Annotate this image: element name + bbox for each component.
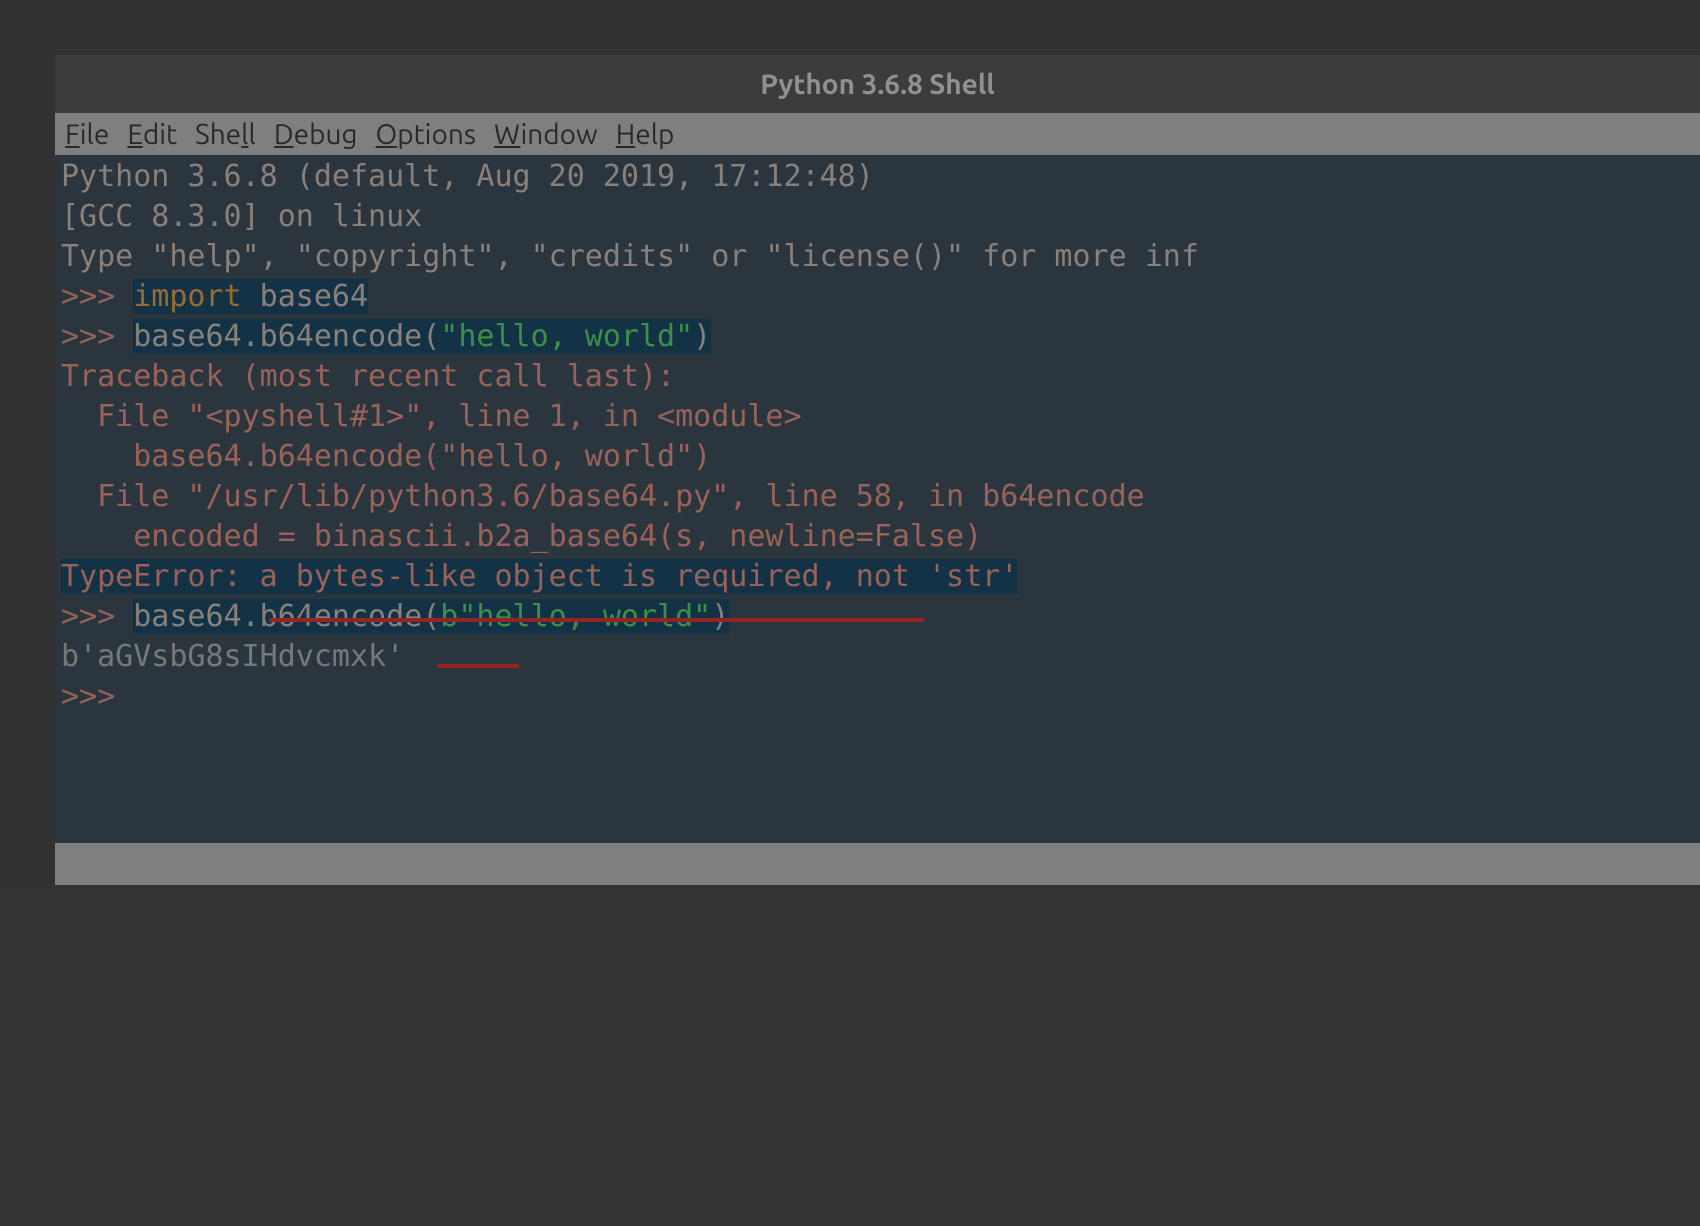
string-literal: "hello, world" xyxy=(440,319,693,354)
keyword-import: import xyxy=(133,279,241,314)
prompt: >>> xyxy=(61,679,133,714)
banner-line-1: Python 3.6.8 (default, Aug 20 2019, 17:1… xyxy=(61,159,892,194)
menu-debug[interactable]: Debug xyxy=(274,119,358,150)
banner-line-2: [GCC 8.3.0] on linux xyxy=(61,199,422,234)
string-literal: "hello, world" xyxy=(458,599,711,634)
traceback-line: File "/usr/lib/python3.6/base64.py", lin… xyxy=(61,479,1145,514)
prompt: >>> xyxy=(61,599,133,634)
titlebar[interactable]: Python 3.6.8 Shell xyxy=(55,55,1700,113)
call-text: base64.b64encode( xyxy=(133,319,440,354)
call-text: ) xyxy=(693,319,711,354)
window-title: Python 3.6.8 Shell xyxy=(760,69,995,100)
call-text: base64.b64encode( xyxy=(133,599,440,634)
annotation-underline xyxy=(437,664,519,668)
menu-file[interactable]: File xyxy=(65,119,109,150)
traceback-line: File "<pyshell#1>", line 1, in <module> xyxy=(61,399,802,434)
menu-shell[interactable]: Shell xyxy=(195,119,256,150)
import-module: base64 xyxy=(242,279,368,314)
menubar: File Edit Shell Debug Options Window Hel… xyxy=(55,113,1700,155)
result-output: b'aGVsbG8sIHdvcmxk' xyxy=(61,639,404,674)
traceback-line: encoded = binascii.b2a_base64(s, newline… xyxy=(61,519,982,554)
bytes-prefix: b xyxy=(440,599,458,634)
menu-edit[interactable]: Edit xyxy=(127,119,177,150)
shell-output[interactable]: Python 3.6.8 (default, Aug 20 2019, 17:1… xyxy=(55,155,1700,843)
statusbar xyxy=(55,843,1700,885)
menu-help[interactable]: Help xyxy=(616,119,675,150)
menu-options[interactable]: Options xyxy=(376,119,476,150)
banner-line-3: Type "help", "copyright", "credits" or "… xyxy=(61,239,1199,274)
call-text: ) xyxy=(711,599,729,634)
type-error: TypeError: a bytes-like object is requir… xyxy=(61,559,1018,594)
traceback-line: base64.b64encode("hello, world") xyxy=(61,439,711,474)
annotation-underline xyxy=(269,618,924,622)
traceback-line: Traceback (most recent call last): xyxy=(61,359,675,394)
prompt: >>> xyxy=(61,279,133,314)
idle-window: Python 3.6.8 Shell File Edit Shell Debug… xyxy=(55,55,1700,885)
menu-window[interactable]: Window xyxy=(494,119,598,150)
prompt: >>> xyxy=(61,319,133,354)
